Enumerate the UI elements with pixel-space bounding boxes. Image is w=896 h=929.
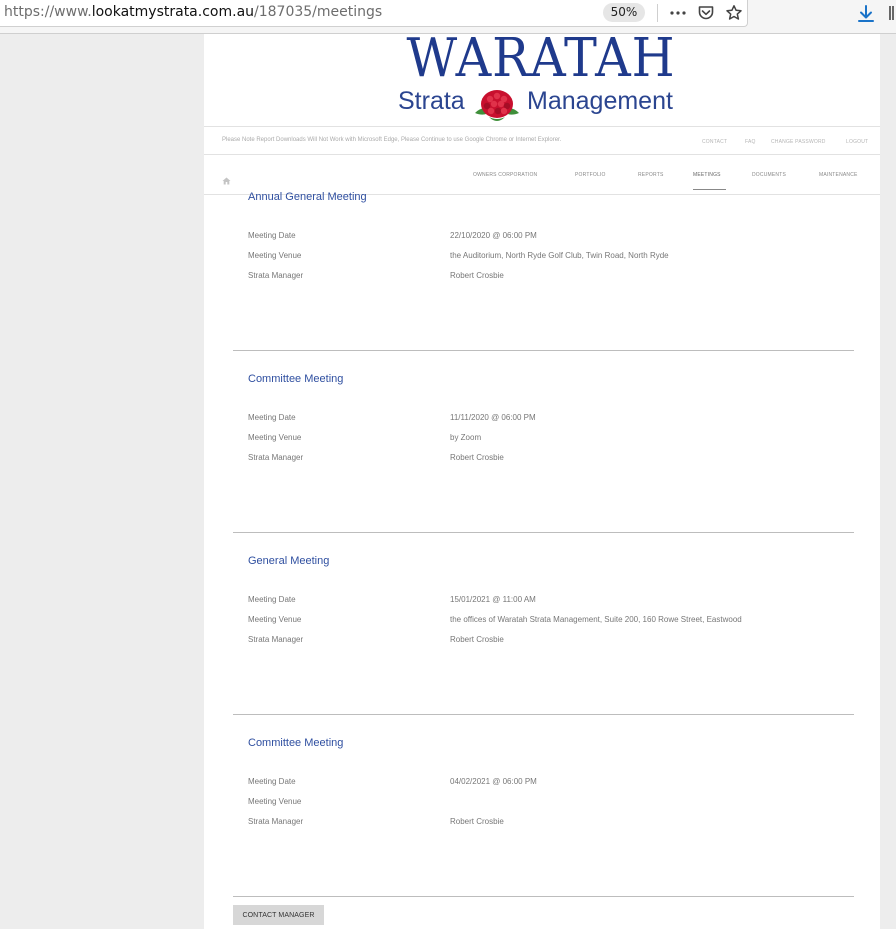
- meeting-date-label: Meeting Date: [248, 231, 296, 240]
- library-icon[interactable]: [888, 4, 896, 22]
- meeting-title[interactable]: Annual General Meeting: [248, 191, 367, 203]
- logo-word-strata: Strata: [398, 87, 465, 115]
- change-password-link[interactable]: CHANGE PASSWORD: [771, 139, 826, 145]
- meeting-date-value: 15/01/2021 @ 11:00 AM: [450, 595, 536, 604]
- meeting-title[interactable]: Committee Meeting: [248, 737, 343, 749]
- strata-manager-value: Robert Crosbie: [450, 453, 504, 462]
- nav-maintenance[interactable]: MAINTENANCE: [819, 172, 858, 178]
- pocket-icon[interactable]: [697, 4, 715, 22]
- waratah-logo[interactable]: WARATAH Strata Management: [396, 28, 686, 129]
- contact-link[interactable]: CONTACT: [702, 139, 727, 145]
- meeting-date-label: Meeting Date: [248, 595, 296, 604]
- logo-word-management: Management: [527, 87, 673, 115]
- url-path: /187035/meetings: [254, 4, 383, 20]
- url-prefix: https://www.: [4, 4, 92, 20]
- contact-manager-button[interactable]: CONTACT MANAGER: [233, 905, 324, 925]
- strata-manager-label: Strata Manager: [248, 817, 304, 826]
- meeting-date-value: 11/11/2020 @ 06:00 PM: [450, 413, 536, 422]
- nav-meetings[interactable]: MEETINGS: [693, 172, 721, 178]
- strata-manager-label: Strata Manager: [248, 635, 304, 644]
- nav-documents[interactable]: DOCUMENTS: [752, 172, 786, 178]
- meeting-divider: [233, 896, 854, 897]
- home-icon[interactable]: [222, 170, 231, 189]
- nav-reports[interactable]: REPORTS: [638, 172, 663, 178]
- bookmark-star-icon[interactable]: [725, 4, 743, 22]
- strata-manager-value: Robert Crosbie: [450, 817, 504, 826]
- logout-link[interactable]: LOGOUT: [846, 139, 868, 145]
- meeting-title[interactable]: Committee Meeting: [248, 373, 343, 385]
- faq-link[interactable]: FAQ: [745, 139, 756, 145]
- active-tab-indicator: [693, 189, 726, 190]
- meeting-date-label: Meeting Date: [248, 413, 296, 422]
- meeting-title[interactable]: General Meeting: [248, 555, 329, 567]
- meeting-venue-value: the Auditorium, North Ryde Golf Club, Tw…: [450, 251, 669, 260]
- meeting-date-label: Meeting Date: [248, 777, 296, 786]
- notice-bar: Please Note Report Downloads Will Not Wo…: [204, 126, 880, 155]
- strata-manager-label: Strata Manager: [248, 271, 304, 280]
- strata-manager-label: Strata Manager: [248, 453, 304, 462]
- meeting-venue-value: by Zoom: [450, 433, 482, 442]
- url-host: lookatmystrata.com.au: [91, 4, 255, 20]
- url-text[interactable]: https://www.lookatmystrata.com.au/187035…: [4, 4, 382, 20]
- more-actions-icon[interactable]: [669, 6, 687, 20]
- meeting-venue-label: Meeting Venue: [248, 251, 302, 260]
- meeting-divider: [233, 532, 854, 533]
- meeting-venue-value: the offices of Waratah Strata Management…: [450, 615, 742, 624]
- meeting-divider: [233, 350, 854, 351]
- toolbar-separator: [657, 4, 658, 22]
- url-bar[interactable]: https://www.lookatmystrata.com.au/187035…: [0, 0, 748, 27]
- zoom-indicator[interactable]: 50%: [603, 3, 645, 22]
- meeting-divider: [233, 714, 854, 715]
- strata-manager-value: Robert Crosbie: [450, 271, 504, 280]
- browser-notice: Please Note Report Downloads Will Not Wo…: [222, 137, 562, 143]
- page-content: WARATAH Strata Management Please Note Re…: [204, 28, 880, 929]
- nav-owners-corporation[interactable]: OWNERS CORPORATION: [473, 172, 537, 178]
- meeting-venue-label: Meeting Venue: [248, 615, 302, 624]
- meeting-date-value: 04/02/2021 @ 06:00 PM: [450, 777, 537, 786]
- logo-title: WARATAH: [406, 28, 676, 89]
- meeting-venue-label: Meeting Venue: [248, 433, 302, 442]
- nav-portfolio[interactable]: PORTFOLIO: [575, 172, 606, 178]
- meeting-date-value: 22/10/2020 @ 06:00 PM: [450, 231, 537, 240]
- waratah-flower-icon: [469, 87, 525, 129]
- strata-manager-value: Robert Crosbie: [450, 635, 504, 644]
- meeting-venue-label: Meeting Venue: [248, 797, 302, 806]
- main-nav: OWNERS CORPORATION PORTFOLIO REPORTS MEE…: [204, 155, 880, 195]
- download-icon[interactable]: [857, 4, 875, 24]
